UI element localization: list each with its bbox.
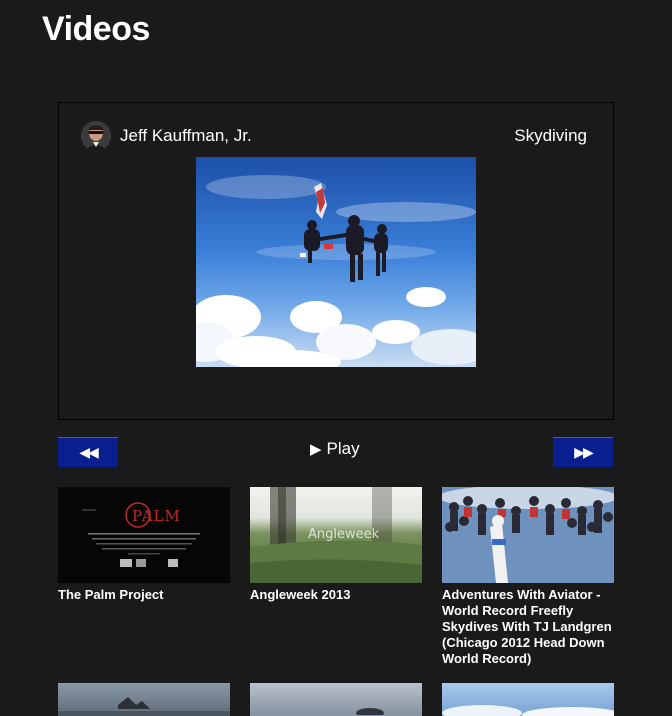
thumbnail-image: PALM (58, 487, 230, 583)
thumbnail-image (250, 683, 422, 716)
thumbnail-row2-3[interactable] (442, 683, 614, 716)
thumbnail-title[interactable]: Angleweek 2013 (250, 587, 422, 603)
palm-poster-title: PALM (132, 507, 181, 525)
fast-forward-icon: ▶▶ (574, 444, 593, 460)
thumbnail-title[interactable]: The Palm Project (58, 587, 230, 603)
video-category: Skydiving (514, 126, 587, 145)
play-icon: ▶ (310, 441, 322, 458)
landscape-image (58, 697, 230, 716)
videos-page: Videos Jeff Kauffman, Jr. Skydiving B ◀◀… (0, 0, 672, 716)
play-label: Play (326, 439, 360, 458)
skydivers-image (196, 175, 476, 367)
thumbnail-adventures-with-aviator[interactable]: Adventures With Aviator - World Record F… (442, 487, 614, 667)
author-avatar[interactable] (81, 121, 111, 151)
thumbnail-row2-1[interactable] (58, 683, 230, 716)
video-watermark: B (465, 351, 472, 361)
thumbnail-image: Angleweek (250, 487, 422, 583)
video-player: Jeff Kauffman, Jr. Skydiving B (58, 102, 614, 420)
rewind-icon: ◀◀ (79, 444, 98, 460)
thumbnail-row2-2[interactable] (250, 683, 422, 716)
previous-button[interactable]: ◀◀ (58, 437, 118, 467)
thumbnail-image (58, 683, 230, 716)
angleweek-watermark: Angleweek (308, 527, 380, 542)
avatar-image (81, 121, 111, 151)
video-frame[interactable]: B (196, 157, 476, 367)
thumbnail-title[interactable]: Adventures With Aviator - World Record F… (442, 587, 614, 667)
page-title: Videos (42, 10, 150, 48)
formation-image (442, 487, 614, 583)
thumbnail-palm-project[interactable]: PALM The Palm Project (58, 487, 230, 603)
next-button[interactable]: ▶▶ (553, 437, 613, 467)
thumbnail-image (442, 683, 614, 716)
clouds-image (442, 705, 614, 716)
thumbnail-angleweek-2013[interactable]: Angleweek Angleweek 2013 (250, 487, 422, 603)
author-name[interactable]: Jeff Kauffman, Jr. (120, 126, 252, 146)
thumbnail-image (442, 487, 614, 583)
sky-image (250, 708, 422, 716)
play-button[interactable]: ▶ Play (310, 438, 360, 460)
palm-poster (58, 487, 230, 583)
